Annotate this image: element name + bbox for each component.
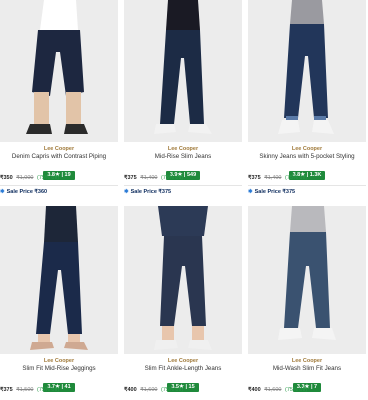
price: ₹375 — [248, 175, 261, 181]
product-card[interactable]: Lee Cooper Denim Capris with Contrast Pi… — [0, 0, 118, 196]
product-title[interactable]: Slim Fit Ankle-Length Jeans — [124, 365, 242, 373]
product-photo — [248, 0, 366, 142]
product-card[interactable]: Lee Cooper Slim Fit Mid-Rise Jeggings 3.… — [0, 206, 118, 394]
mrp: ₹1,600 — [264, 387, 282, 393]
discount: (75% off) — [285, 175, 308, 181]
price-line: ₹400 ₹1,600 (75% off) — [124, 387, 242, 394]
price: ₹400 — [124, 387, 137, 393]
tag-icon: ✱ — [248, 189, 253, 195]
price: ₹375 — [0, 387, 13, 393]
product-photo — [0, 0, 118, 142]
product-brand: Lee Cooper — [291, 146, 323, 152]
mrp: ₹1,400 — [264, 175, 282, 181]
sale-price: ✱ Sale Price ₹360 — [0, 185, 118, 196]
product-image[interactable] — [124, 206, 242, 354]
price: ₹375 — [124, 175, 137, 181]
product-title[interactable]: Skinny Jeans with 5-pocket Styling — [248, 153, 366, 161]
product-photo — [248, 206, 366, 354]
product-title[interactable]: Slim Fit Mid-Rise Jeggings — [0, 365, 118, 373]
product-image[interactable] — [248, 206, 366, 354]
product-brand: Lee Cooper — [43, 358, 75, 364]
product-brand: Lee Cooper — [291, 358, 323, 364]
sale-price: ✱ Sale Price ₹375 — [248, 185, 366, 196]
price-line: ₹375 ₹1,500 (75% off) — [0, 387, 118, 394]
mrp: ₹1,600 — [140, 387, 158, 393]
sale-price-label: Sale Price ₹375 — [130, 189, 172, 195]
sale-price-label: Sale Price ₹360 — [6, 189, 48, 195]
price-line: ₹375 ₹1,400 (75% off) — [124, 175, 242, 182]
tag-icon: ✱ — [124, 189, 129, 195]
product-photo — [0, 206, 118, 354]
product-image[interactable] — [0, 206, 118, 354]
mrp: ₹1,400 — [140, 175, 158, 181]
product-photo — [124, 0, 242, 142]
product-photo — [124, 206, 242, 354]
discount: (75% off) — [161, 387, 184, 393]
price: ₹350 — [0, 175, 13, 181]
product-title[interactable]: Denim Capris with Contrast Piping — [0, 153, 118, 161]
sale-price: ✱ Sale Price ₹375 — [124, 185, 242, 196]
product-title[interactable]: Mid-Rise Slim Jeans — [124, 153, 242, 161]
product-card[interactable]: Lee Cooper Mid-Rise Slim Jeans 3.9★ | 54… — [124, 0, 242, 196]
discount: (75% off) — [161, 175, 184, 181]
discount: (75% off) — [37, 387, 60, 393]
tag-icon: ✱ — [0, 189, 5, 195]
product-grid: Lee Cooper Denim Capris with Contrast Pi… — [0, 0, 368, 400]
price-line: ₹350 ₹1,000 (75% off) — [0, 175, 118, 182]
discount: (75% off) — [285, 387, 308, 393]
product-image[interactable] — [248, 0, 366, 142]
mrp: ₹1,500 — [16, 387, 34, 393]
mrp: ₹1,000 — [16, 175, 34, 181]
product-brand: Lee Cooper — [167, 358, 199, 364]
price-line: ₹400 ₹1,600 (75% off) — [248, 387, 366, 394]
product-card[interactable]: Lee Cooper Skinny Jeans with 5-pocket St… — [248, 0, 366, 196]
price-line: ₹375 ₹1,400 (75% off) — [248, 175, 366, 182]
product-image[interactable] — [0, 0, 118, 142]
product-card[interactable]: Lee Cooper Mid-Wash Slim Fit Jeans 3.3★ … — [248, 206, 366, 394]
discount: (75% off) — [37, 175, 60, 181]
sale-price-label: Sale Price ₹375 — [254, 189, 296, 195]
product-title[interactable]: Mid-Wash Slim Fit Jeans — [248, 365, 366, 373]
product-brand: Lee Cooper — [43, 146, 75, 152]
product-card[interactable]: Lee Cooper Slim Fit Ankle-Length Jeans 3… — [124, 206, 242, 394]
product-image[interactable] — [124, 0, 242, 142]
price: ₹400 — [248, 387, 261, 393]
product-brand: Lee Cooper — [167, 146, 199, 152]
